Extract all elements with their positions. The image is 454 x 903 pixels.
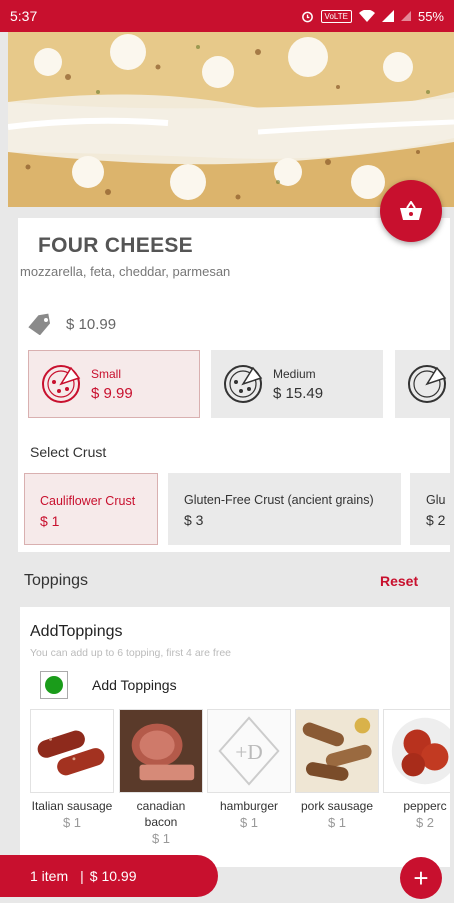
plus-icon: + <box>413 862 429 893</box>
add-to-order-button[interactable]: + <box>400 857 442 899</box>
topping-item-canadian-bacon[interactable]: canadian bacon $ 1 <box>119 709 203 847</box>
topping-name: Italian sausage <box>31 799 113 813</box>
order-total: $ 10.99 <box>89 868 137 884</box>
signal-icon <box>381 10 394 22</box>
order-separator: | <box>80 868 84 884</box>
size-medium-price: $ 15.49 <box>273 385 324 402</box>
topping-price: $ 1 <box>327 815 347 830</box>
pizza-icon <box>224 365 263 403</box>
crust-option-gluten-free[interactable]: Gluten-Free Crust (ancient grains) $ 3 <box>168 473 401 545</box>
add-toppings-title: AddToppings <box>30 623 123 640</box>
toppings-header: Toppings <box>24 572 89 589</box>
status-icons: VoLTE 55% <box>301 9 444 24</box>
topping-price: $ 1 <box>62 815 82 830</box>
crust-option-partial[interactable]: Glu $ 2 <box>410 473 450 545</box>
crust-gluten-free-price: $ 3 <box>184 512 204 528</box>
order-item-count: 1 item <box>30 868 69 884</box>
product-description: mozzarella, feta, cheddar, parmesan <box>20 264 231 279</box>
product-title: FOUR CHEESE <box>38 234 193 257</box>
topping-image <box>295 709 379 793</box>
base-price-value: $ 10.99 <box>66 315 117 333</box>
order-summary-button[interactable]: 1 item | $ 10.99 <box>0 855 218 897</box>
topping-name: pork sausage <box>300 799 374 813</box>
topping-name: hamburger <box>219 799 279 813</box>
status-time: 5:37 <box>10 8 38 24</box>
crust-gluten-free-label: Gluten-Free Crust (ancient grains) <box>184 493 374 507</box>
add-toppings-card: AddToppings You can add up to 6 topping,… <box>20 607 450 867</box>
volte-badge: VoLTE <box>320 9 352 23</box>
add-toppings-toggle[interactable]: Add Toppings <box>40 671 177 699</box>
topping-name: pepperc <box>403 799 447 813</box>
pizza-hero-image <box>8 32 454 207</box>
topping-item-pork-sausage[interactable]: pork sausage $ 1 <box>295 709 379 831</box>
topping-item-hamburger[interactable]: +D hamburger $ 1 <box>207 709 291 831</box>
size-option-large[interactable] <box>395 350 450 418</box>
basket-icon <box>400 201 422 220</box>
topping-item-pepperoni[interactable]: pepperc $ 2 <box>383 709 450 831</box>
base-price: $ 10.99 <box>26 313 116 335</box>
topping-name: canadian bacon <box>136 799 186 829</box>
crust-partial-label: Glu <box>426 493 446 507</box>
checked-dot-icon <box>45 676 63 694</box>
status-bar: 5:37 VoLTE 55% <box>0 0 454 32</box>
topping-image <box>30 709 114 793</box>
topping-price: $ 1 <box>239 815 259 830</box>
crust-option-cauliflower[interactable]: Cauliflower Crust $ 1 <box>24 473 158 545</box>
battery-percent: 55% <box>417 8 444 24</box>
crust-partial-price: $ 2 <box>426 512 446 528</box>
topping-price: $ 2 <box>415 815 435 830</box>
topping-image: +D <box>207 709 291 793</box>
size-medium-label: Medium <box>273 367 316 381</box>
topping-item-italian-sausage[interactable]: Italian sausage $ 1 <box>30 709 114 831</box>
topping-image <box>383 709 450 793</box>
reset-button[interactable]: Reset <box>380 573 418 589</box>
alarm-icon <box>301 11 313 22</box>
svg-text:+D: +D <box>235 740 263 764</box>
cart-button[interactable] <box>380 180 442 242</box>
size-small-price: $ 9.99 <box>91 385 133 402</box>
product-card: FOUR CHEESE mozzarella, feta, cheddar, p… <box>18 218 450 552</box>
crust-cauliflower-label: Cauliflower Crust <box>40 494 136 508</box>
size-option-small[interactable]: Small $ 9.99 <box>28 350 200 418</box>
pizza-icon <box>408 365 447 403</box>
topping-price: $ 1 <box>151 831 171 846</box>
topping-image <box>119 709 203 793</box>
size-small-label: Small <box>91 367 122 381</box>
add-toppings-checkbox[interactable] <box>40 671 68 699</box>
toppings-hint: You can add up to 6 topping, first 4 are… <box>30 647 232 659</box>
price-tag-icon <box>28 313 51 335</box>
wifi-icon <box>358 10 375 22</box>
signal-icon-2 <box>400 11 411 21</box>
crust-cauliflower-price: $ 1 <box>40 513 60 529</box>
crust-section-title: Select Crust <box>30 444 107 460</box>
size-option-medium[interactable]: Medium $ 15.49 <box>211 350 383 418</box>
add-toppings-label: Add Toppings <box>92 677 177 693</box>
pizza-icon <box>42 365 81 403</box>
